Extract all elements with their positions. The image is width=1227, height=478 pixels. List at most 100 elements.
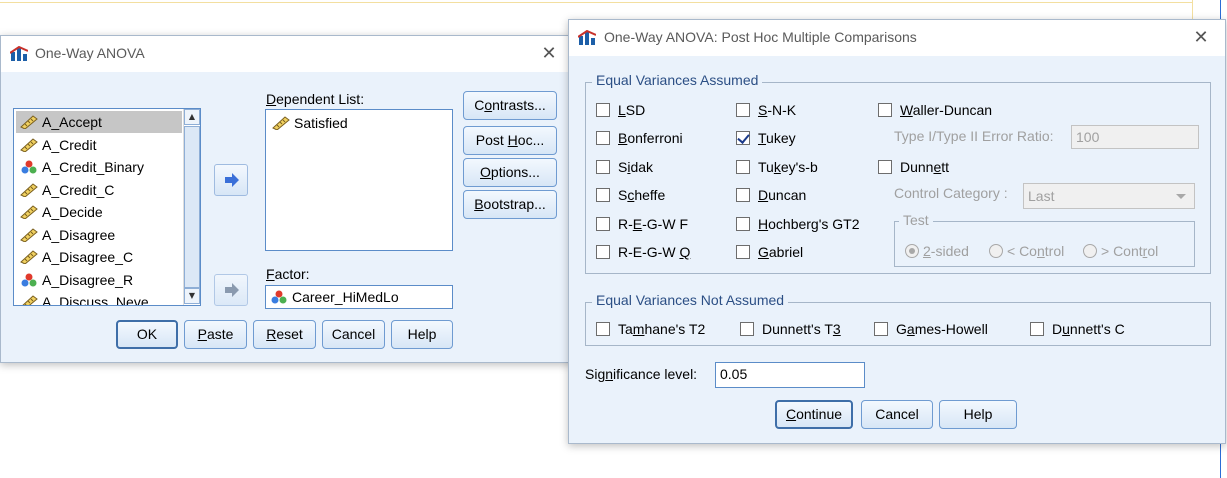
variable-list-item[interactable]: A_Accept bbox=[16, 111, 182, 133]
ok-button[interactable]: OK bbox=[116, 320, 178, 349]
regwq-checkbox[interactable]: R-E-G-W Q bbox=[596, 242, 690, 262]
dunnett-c-checkbox[interactable]: Dunnett's C bbox=[1030, 319, 1125, 339]
tukeys-b-checkbox[interactable]: Tukey's-b bbox=[736, 157, 818, 177]
checkbox-icon bbox=[736, 103, 750, 117]
regwf-checkbox[interactable]: R-E-G-W F bbox=[596, 214, 688, 234]
bootstrap-button[interactable]: Bootstrap... bbox=[463, 190, 557, 219]
post-hoc-button[interactable]: Post Hoc... bbox=[463, 126, 557, 155]
scroll-thumb[interactable] bbox=[184, 126, 200, 288]
waller-duncan-checkbox[interactable]: Waller-Duncan bbox=[878, 100, 992, 120]
error-ratio-field[interactable]: 100 bbox=[1071, 125, 1199, 149]
variable-name: A_Decide bbox=[42, 204, 103, 220]
bonferroni-checkbox[interactable]: Bonferroni bbox=[596, 128, 683, 148]
variable-list-item[interactable]: A_Credit bbox=[16, 134, 182, 156]
variable-name: A_Credit_C bbox=[42, 181, 115, 198]
checkbox-label: Dunnett's C bbox=[1052, 321, 1125, 337]
error-ratio-label: Type I/Type II Error Ratio: bbox=[894, 128, 1054, 144]
scale-ruler-icon bbox=[20, 205, 38, 219]
variable-list-item[interactable]: A_Credit_Binary bbox=[16, 156, 182, 178]
significance-label: Significance level: bbox=[585, 366, 698, 382]
checkbox-icon bbox=[736, 245, 750, 259]
variable-list-item[interactable]: A_Decide bbox=[16, 201, 182, 223]
checkbox-label: R-E-G-W Q bbox=[618, 244, 691, 260]
spss-app-icon bbox=[10, 46, 28, 61]
factor-field[interactable]: Career_HiMedLo bbox=[265, 285, 453, 309]
scroll-up-icon[interactable]: ▲ bbox=[184, 109, 200, 125]
checkbox-label: Bonferroni bbox=[618, 130, 683, 146]
significance-field[interactable]: 0.05 bbox=[715, 362, 865, 388]
variable-list-scrollbar[interactable]: ▲ ▼ bbox=[183, 109, 200, 305]
checkbox-icon bbox=[596, 160, 610, 174]
variable-name: A_Credit_Binary bbox=[42, 159, 144, 175]
one-way-anova-dialog: One-Way ANOVA ✕ A_Accept A_Credit A_Credit… bbox=[0, 35, 573, 363]
scale-ruler-icon bbox=[20, 115, 38, 129]
contrasts-button[interactable]: Contrasts... bbox=[463, 91, 557, 120]
scale-ruler-icon bbox=[20, 250, 38, 264]
greater-control-radio[interactable]: > Control bbox=[1083, 241, 1158, 261]
test-group-title: Test bbox=[899, 212, 933, 228]
spss-app-icon bbox=[578, 30, 596, 45]
checkbox-icon bbox=[736, 217, 750, 231]
titlebar: One-Way ANOVA: Post Hoc Multiple Compari… bbox=[569, 20, 1225, 56]
scale-ruler-icon bbox=[272, 116, 290, 130]
dialog-title: One-Way ANOVA: Post Hoc Multiple Compari… bbox=[604, 29, 917, 45]
less-control-radio[interactable]: < Control bbox=[989, 241, 1064, 261]
sidak-checkbox[interactable]: Sidak bbox=[596, 157, 653, 177]
factor-label: Factor: bbox=[266, 266, 310, 282]
cancel-button[interactable]: Cancel bbox=[322, 320, 385, 349]
arrow-right-icon bbox=[225, 283, 239, 297]
tukey-checkbox[interactable]: Tukey bbox=[736, 128, 796, 148]
help-button[interactable]: Help bbox=[939, 400, 1017, 429]
duncan-checkbox[interactable]: Duncan bbox=[736, 185, 806, 205]
continue-button[interactable]: Continue bbox=[775, 400, 853, 429]
reset-button[interactable]: Reset bbox=[253, 320, 316, 349]
checkbox-label: S-N-K bbox=[758, 102, 797, 118]
cancel-button[interactable]: Cancel bbox=[861, 400, 933, 429]
scroll-down-icon[interactable]: ▼ bbox=[184, 288, 200, 304]
tamhane-checkbox[interactable]: Tamhane's T2 bbox=[596, 319, 705, 339]
control-category-dropdown[interactable]: Last bbox=[1023, 183, 1195, 209]
checkbox-label: Games-Howell bbox=[896, 321, 988, 337]
variable-name: A_Disagree_R bbox=[42, 271, 134, 288]
nominal-balls-icon bbox=[21, 273, 37, 286]
group-title: Equal Variances Assumed bbox=[592, 72, 763, 88]
checkbox-label: Gabriel bbox=[758, 244, 804, 260]
close-icon[interactable]: ✕ bbox=[537, 42, 561, 66]
checkbox-label: Scheffe bbox=[618, 187, 666, 203]
checkbox-label: LSD bbox=[618, 102, 646, 118]
nominal-balls-icon bbox=[271, 290, 287, 304]
dependent-list[interactable]: Satisfied bbox=[265, 109, 453, 251]
dunnett-t3-checkbox[interactable]: Dunnett's T3 bbox=[740, 319, 841, 339]
variable-list-item[interactable]: A_Disagree_C bbox=[16, 246, 182, 268]
games-howell-checkbox[interactable]: Games-Howell bbox=[874, 319, 988, 339]
factor-value: Career_HiMedLo bbox=[292, 289, 399, 305]
checkbox-icon bbox=[740, 322, 754, 336]
nominal-balls-icon bbox=[21, 160, 37, 174]
checkbox-label: Dunnett's T3 bbox=[762, 321, 841, 337]
dependent-item[interactable]: Satisfied bbox=[268, 112, 348, 134]
options-button[interactable]: Options... bbox=[463, 158, 557, 187]
scheffe-checkbox[interactable]: Scheffe bbox=[596, 185, 665, 205]
hochberg-checkbox[interactable]: Hochberg's GT2 bbox=[736, 214, 860, 234]
help-button[interactable]: Help bbox=[391, 320, 453, 349]
lsd-checkbox[interactable]: LSD bbox=[596, 100, 645, 120]
dunnett-checkbox[interactable]: Dunnett bbox=[878, 157, 949, 177]
close-icon[interactable]: ✕ bbox=[1189, 26, 1213, 50]
scale-ruler-icon bbox=[20, 182, 38, 197]
paste-button[interactable]: Paste bbox=[184, 320, 247, 349]
dependent-list-label: Dependent List: bbox=[266, 91, 365, 107]
variable-list-item[interactable]: A_Disagree_R bbox=[16, 269, 182, 291]
gabriel-checkbox[interactable]: Gabriel bbox=[736, 242, 803, 262]
snk-checkbox[interactable]: S-N-K bbox=[736, 100, 796, 120]
variable-list[interactable]: A_Accept A_Credit A_Credit_Binary A_Credit_… bbox=[13, 108, 201, 306]
variable-list-item[interactable]: A_Discuss_Neve bbox=[16, 291, 182, 305]
scale-ruler-icon bbox=[22, 295, 38, 305]
variable-list-item[interactable]: A_Disagree bbox=[16, 224, 182, 246]
move-to-dependent-button[interactable] bbox=[214, 164, 248, 196]
checkbox-icon bbox=[874, 322, 888, 336]
variable-list-item[interactable]: A_Credit_C bbox=[16, 179, 182, 201]
two-sided-radio[interactable]: 2-sided bbox=[905, 241, 969, 261]
checkbox-icon bbox=[596, 131, 610, 145]
checkbox-icon bbox=[736, 160, 750, 174]
move-to-factor-button[interactable] bbox=[214, 274, 248, 306]
